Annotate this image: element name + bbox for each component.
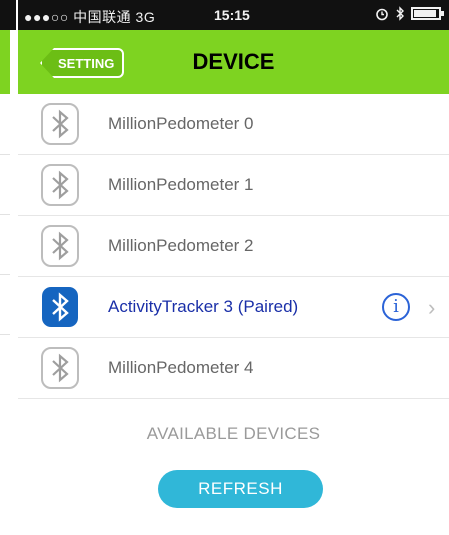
bluetooth-gray-icon: [41, 347, 79, 389]
adjacent-screen-edge: [0, 0, 16, 535]
status-indicators: [375, 6, 444, 21]
adjacent-divider: [0, 214, 10, 215]
info-icon[interactable]: i: [382, 293, 410, 321]
alarm-icon: [376, 8, 388, 20]
bluetooth-gray-icon: [41, 103, 79, 145]
battery-icon: [411, 7, 444, 20]
adjacent-divider: [0, 334, 10, 335]
page-title: DEVICE: [192, 49, 275, 74]
device-screen: ●●●○○ 中国联通 3G 15:15 SETTING DEVICE Milli…: [18, 0, 449, 535]
device-name: MillionPedometer 2: [108, 236, 254, 255]
device-row[interactable]: MillionPedometer 0: [18, 94, 449, 155]
refresh-button[interactable]: REFRESH: [158, 470, 323, 508]
adjacent-navbar: [0, 30, 10, 94]
bluetooth-blue-icon: [42, 287, 78, 327]
chevron-right-icon[interactable]: ›: [428, 295, 435, 321]
status-time: 15:15: [214, 7, 250, 23]
available-devices-label: AVAILABLE DEVICES: [146, 424, 321, 443]
adjacent-divider: [0, 154, 10, 155]
bluetooth-gray-icon: [41, 164, 79, 206]
device-list: MillionPedometer 0 MillionPedometer 1 Mi…: [18, 94, 449, 399]
device-name: MillionPedometer 4: [108, 358, 254, 377]
adjacent-divider: [0, 274, 10, 275]
device-name: ActivityTracker 3 (Paired): [108, 297, 299, 316]
carrier-signal: ●●●○○ 中国联通 3G: [24, 9, 156, 25]
device-row[interactable]: MillionPedometer 4: [18, 338, 449, 399]
bluetooth-gray-icon: [41, 225, 79, 267]
status-bar: ●●●○○ 中国联通 3G 15:15: [18, 0, 449, 30]
device-name: MillionPedometer 1: [108, 175, 254, 194]
device-row[interactable]: MillionPedometer 1: [18, 155, 449, 216]
paired-device-row[interactable]: ActivityTracker 3 (Paired) i ›: [18, 277, 449, 338]
device-row[interactable]: MillionPedometer 2: [18, 216, 449, 277]
device-name: MillionPedometer 0: [108, 114, 254, 133]
bluetooth-icon: [396, 6, 404, 21]
adjacent-status-bar: [0, 0, 16, 30]
navigation-bar: SETTING DEVICE: [18, 30, 449, 94]
